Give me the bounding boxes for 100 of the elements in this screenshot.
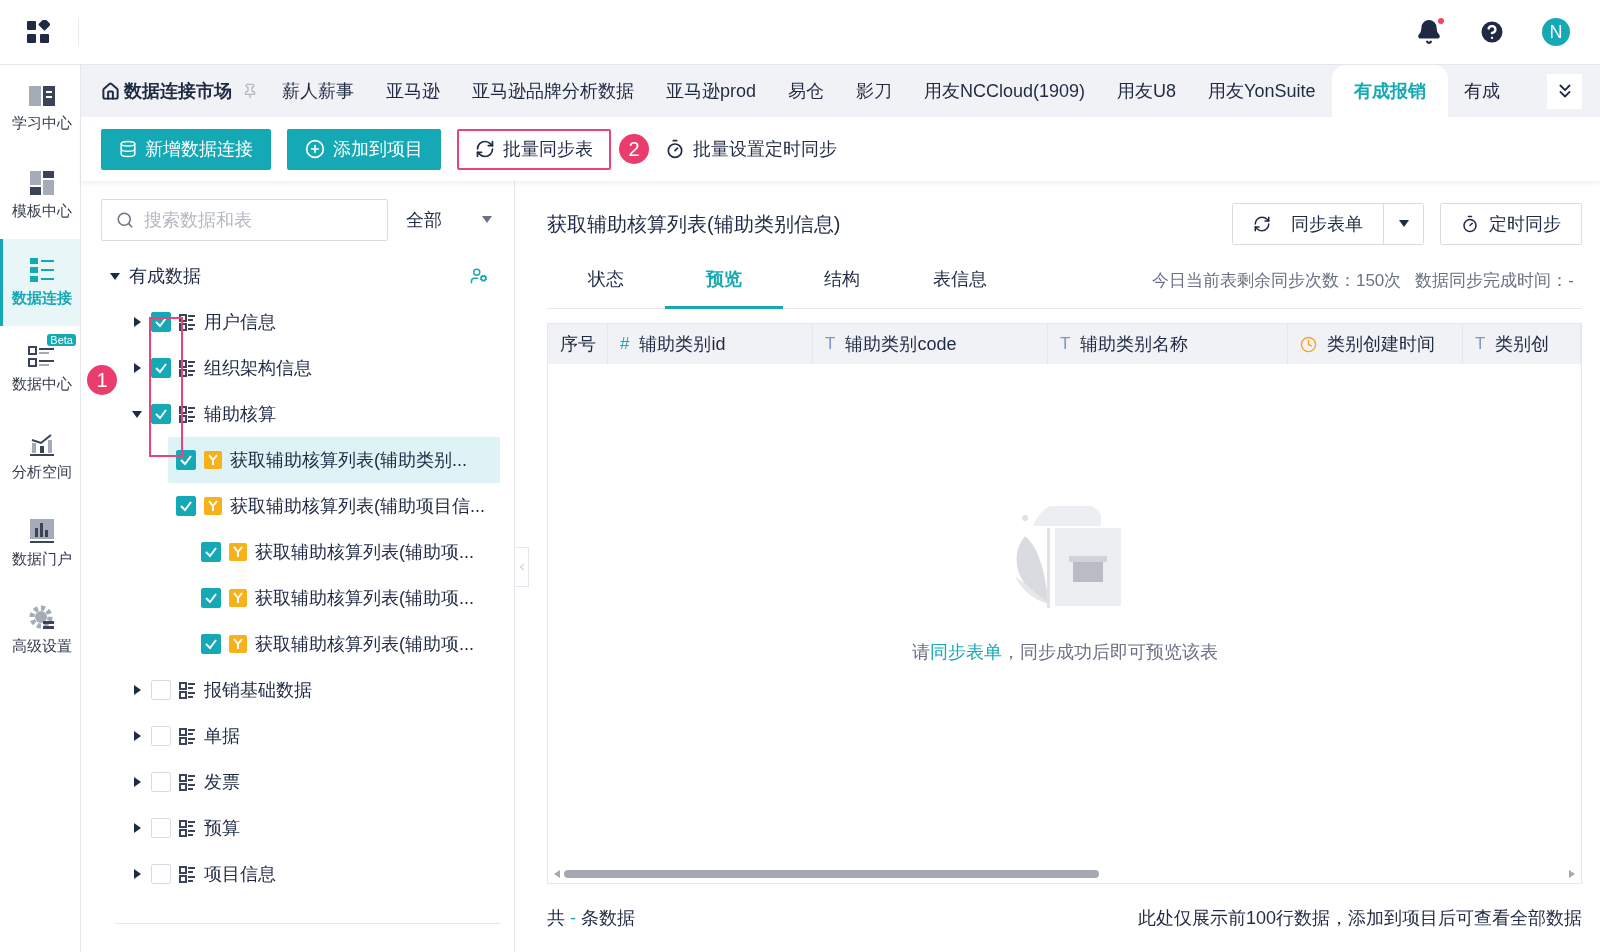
tree-item[interactable]: 获取辅助核算列表(辅助项... [193,575,500,621]
beta-badge: Beta [47,334,76,346]
scroll-right-icon[interactable] [1569,870,1575,878]
toolbar-button[interactable]: 批量同步表 [457,128,611,170]
detail-tab[interactable]: 状态 [547,252,665,309]
tree-item-label: 获取辅助核算列表(辅助项... [255,541,474,564]
caret-icon[interactable] [131,408,143,420]
check-icon [204,591,218,605]
template-icon [28,170,55,196]
scroll-left-icon[interactable] [554,870,560,878]
check-icon [179,499,193,513]
row-count-text: 共 - 条数据 [547,907,636,930]
source-tab[interactable]: 易仓 [772,65,841,117]
nav-item[interactable]: 分析空间 [0,413,80,500]
pin-icon[interactable] [242,83,258,99]
checkbox[interactable] [176,496,196,516]
dropdown-button[interactable] [1383,204,1423,244]
tree-item[interactable]: 获取辅助核算列表(辅助类别... [168,437,500,483]
tree-item[interactable]: 获取辅助核算列表(辅助项... [193,621,500,667]
gear-icon [28,605,55,631]
nav-item[interactable]: Beta 数据中心 [0,326,80,413]
tree-item[interactable]: 预算 [123,805,500,851]
caret-icon[interactable] [131,822,143,834]
nav-item[interactable]: 学习中心 [0,65,80,152]
tree-item[interactable]: 获取辅助核算列表(辅助项目信... [168,483,500,529]
detail-tab[interactable]: 结构 [783,252,901,309]
filter-dropdown[interactable]: 全部 [406,199,500,241]
checkbox[interactable] [151,358,171,378]
table-group-icon [179,313,196,331]
tree-item-label: 获取辅助核算列表(辅助类别... [230,449,467,472]
more-tabs-button[interactable] [1547,73,1582,109]
tree-item-label: 用户信息 [204,311,276,334]
connection-icon [28,257,55,283]
checkbox[interactable] [151,404,171,424]
table-group-icon [179,405,196,423]
column-label: 辅助类别名称 [1080,333,1189,356]
home-icon [101,81,120,101]
table-group-icon [179,865,196,883]
detail-tab[interactable]: 表信息 [901,252,1019,309]
table-group-icon [179,819,196,837]
checkbox[interactable] [201,634,221,654]
nav-item[interactable]: 数据门户 [0,500,80,587]
checkbox[interactable] [151,312,171,332]
preview-note: 此处仅展示前100行数据，添加到项目后可查看全部数据 [1137,907,1582,930]
checkbox[interactable] [201,588,221,608]
tree-root[interactable]: 有成数据 [101,253,500,299]
tree-item[interactable]: 辅助核算 [123,391,500,437]
source-tab[interactable]: 薪人薪事 [266,65,370,117]
source-tab[interactable]: 有成 [1447,65,1516,117]
caret-icon[interactable] [131,316,143,328]
tree-item[interactable]: 组织架构信息 [123,345,500,391]
nav-item[interactable]: 模板中心 [0,152,80,239]
help-icon[interactable] [1478,18,1506,46]
caret-icon[interactable] [131,868,143,880]
api-table-icon [229,635,247,653]
search-field[interactable]: 搜索数据和表 [101,199,388,241]
empty-message: 请同步表单，同步成功后即可预览该表 [911,640,1218,664]
tree-item[interactable]: 单据 [123,713,500,759]
check-icon [154,407,168,421]
column-label: 辅助类别id [639,333,726,356]
tree-item-label: 报销基础数据 [204,679,312,702]
checkbox[interactable] [176,450,196,470]
check-icon [179,453,193,467]
source-tab[interactable]: 亚马逊prod [650,65,773,117]
nav-item[interactable]: 高级设置 [0,587,80,674]
scroll-thumb[interactable] [564,870,1099,878]
api-table-icon [229,543,247,561]
collapse-handle[interactable] [515,546,529,587]
user-settings-icon[interactable] [470,267,488,285]
tree-item[interactable]: 用户信息 [123,299,500,345]
caret-icon [482,216,492,224]
timer-icon [1461,215,1479,233]
tree-item[interactable]: 发票 [123,759,500,805]
sync-time-text: 数据同步完成时间：- [1415,270,1574,292]
source-tab[interactable]: 用友U8 [1101,65,1193,117]
caret-icon [1398,220,1409,228]
notification-icon[interactable] [1416,19,1442,45]
caret-icon[interactable] [131,776,143,788]
caret-icon[interactable] [131,730,143,742]
source-tab[interactable]: 影刀 [840,65,909,117]
sync-split-button[interactable]: 同步表单 [1232,203,1424,245]
timer-icon [665,139,685,159]
tree-item[interactable]: 项目信息 [123,851,500,897]
caret-icon[interactable] [109,270,121,282]
column-label: 类别创建时间 [1327,333,1435,356]
source-tab[interactable]: 用友YonSuite [1192,65,1332,117]
tree-item[interactable]: 报销基础数据 [123,667,500,713]
source-tab[interactable]: 用友NCCloud(1909) [908,65,1102,117]
checkbox[interactable] [201,542,221,562]
source-tab[interactable]: 亚马逊 [370,65,456,117]
tree-item[interactable]: 获取辅助核算列表(辅助项... [193,529,500,575]
market-tab[interactable]: 数据连接市场 [101,79,232,103]
caret-icon[interactable] [131,684,143,696]
caret-icon[interactable] [131,362,143,374]
column-label: 序号 [560,333,596,356]
schedule-button[interactable]: 定时同步 [1440,203,1582,245]
column-label: 类别创 [1495,333,1550,356]
tree-item-label: 预算 [204,817,240,840]
apps-icon[interactable] [26,20,50,44]
source-tab[interactable]: 亚马逊品牌分析数据 [456,65,650,117]
